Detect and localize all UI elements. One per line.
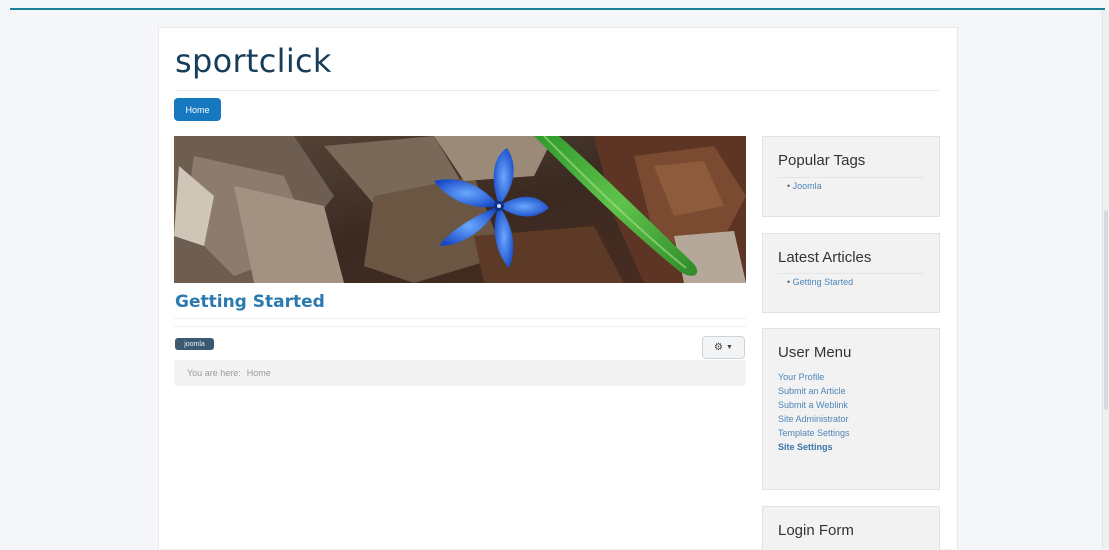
article-title-link[interactable]: Getting Started	[175, 292, 325, 312]
user-menu-site-settings[interactable]: Site Settings	[778, 440, 850, 454]
user-menu-list: Your Profile Submit an Article Submit a …	[778, 370, 850, 454]
header-divider	[175, 90, 939, 91]
latest-articles-title: Latest Articles	[778, 249, 872, 266]
user-menu-submit-weblink[interactable]: Submit a Weblink	[778, 398, 850, 412]
tag-link-joomla[interactable]: Joomla	[787, 180, 822, 193]
user-menu-submit-article[interactable]: Submit an Article	[778, 384, 850, 398]
article-divider	[174, 318, 746, 319]
breadcrumb-prefix: You are here:	[187, 368, 241, 378]
user-menu-site-administrator[interactable]: Site Administrator	[778, 412, 850, 426]
nav-home-button[interactable]: Home	[174, 98, 221, 121]
latest-articles-list: Getting Started	[787, 276, 854, 289]
scrollbar-thumb[interactable]	[1104, 210, 1108, 410]
article-divider-2	[174, 326, 746, 327]
article-tag-badge[interactable]: joomla	[175, 338, 214, 350]
module-divider	[778, 273, 923, 274]
popular-tags-module: Popular Tags Joomla	[762, 136, 940, 217]
user-menu-module: User Menu Your Profile Submit an Article…	[762, 328, 940, 490]
page-container: sportclick Home Getting Started joomla ⚙…	[158, 27, 958, 550]
popular-tags-title: Popular Tags	[778, 152, 866, 169]
browser-top-line	[10, 8, 1105, 10]
site-title[interactable]: sportclick	[175, 42, 332, 80]
login-form-title: Login Form	[778, 522, 854, 539]
latest-articles-module: Latest Articles Getting Started	[762, 233, 940, 313]
banner-image	[174, 136, 746, 283]
breadcrumb: You are here: Home	[174, 360, 746, 386]
user-menu-title: User Menu	[778, 344, 852, 361]
breadcrumb-current: Home	[246, 368, 271, 378]
latest-article-link[interactable]: Getting Started	[787, 276, 854, 289]
gear-icon: ⚙	[714, 342, 724, 353]
user-menu-template-settings[interactable]: Template Settings	[778, 426, 850, 440]
user-menu-your-profile[interactable]: Your Profile	[778, 370, 850, 384]
caret-down-icon: ▼	[726, 344, 733, 351]
article-tools-button[interactable]: ⚙ ▼	[702, 336, 745, 359]
module-divider	[778, 177, 923, 178]
popular-tags-list: Joomla	[787, 180, 822, 193]
login-form-module: Login Form	[762, 506, 940, 550]
